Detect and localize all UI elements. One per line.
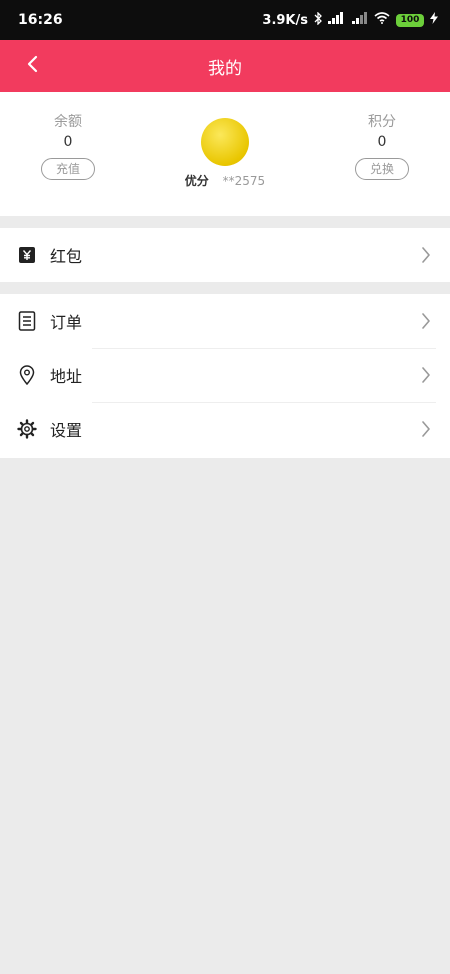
menu-group-account: 订单 地址 设置 xyxy=(0,294,450,458)
chevron-right-icon xyxy=(420,311,432,331)
bluetooth-icon xyxy=(314,10,322,29)
menu-item-red-packet[interactable]: 红包 xyxy=(0,228,450,282)
points-value: 0 xyxy=(377,134,387,150)
chevron-right-icon xyxy=(420,245,432,265)
balance-value: 0 xyxy=(63,134,73,150)
status-bar: 16:26 3.9K/s 100 xyxy=(0,0,450,40)
status-time: 16:26 xyxy=(18,12,63,28)
redeem-button[interactable]: 兑换 xyxy=(354,158,409,180)
balance-label: 余额 xyxy=(54,114,82,130)
points-stat: 积分 0 兑换 xyxy=(322,112,442,180)
network-speed: 3.9K/s xyxy=(262,12,308,28)
menu-item-address[interactable]: 地址 xyxy=(0,348,450,402)
points-label: 积分 xyxy=(368,114,396,130)
status-indicators: 3.9K/s 100 xyxy=(262,10,438,29)
charging-icon xyxy=(430,12,438,28)
menu-item-orders[interactable]: 订单 xyxy=(0,294,450,348)
signal-icon-secondary xyxy=(352,12,368,28)
balance-stat: 余额 0 充值 xyxy=(8,112,128,180)
chevron-right-icon xyxy=(420,419,432,439)
avatar[interactable] xyxy=(201,118,249,166)
signal-icon xyxy=(328,12,346,28)
menu-item-label: 红包 xyxy=(50,247,83,266)
profile-card: 余额 0 充值 优分 **2575 积分 0 兑换 xyxy=(0,92,450,216)
menu-item-label: 订单 xyxy=(50,313,83,332)
gear-icon xyxy=(16,418,38,440)
menu-item-settings[interactable]: 设置 xyxy=(0,402,450,456)
chevron-right-icon xyxy=(420,365,432,385)
location-pin-icon xyxy=(16,364,38,386)
order-icon xyxy=(16,310,38,332)
app-header: 我的 xyxy=(0,40,450,92)
page-title: 我的 xyxy=(208,58,242,79)
chevron-left-icon xyxy=(26,55,38,77)
user-info: 优分 **2575 xyxy=(150,172,300,189)
wifi-icon xyxy=(374,12,390,28)
menu-item-label: 设置 xyxy=(50,421,83,440)
back-button[interactable] xyxy=(14,48,50,84)
user-id: **2575 xyxy=(222,174,266,188)
menu-item-label: 地址 xyxy=(50,367,83,386)
user-name: 优分 xyxy=(184,174,209,188)
red-packet-icon xyxy=(16,244,38,266)
battery-icon: 100 xyxy=(396,13,424,27)
recharge-button[interactable]: 充值 xyxy=(40,158,95,180)
menu-group-wallet: 红包 xyxy=(0,228,450,282)
